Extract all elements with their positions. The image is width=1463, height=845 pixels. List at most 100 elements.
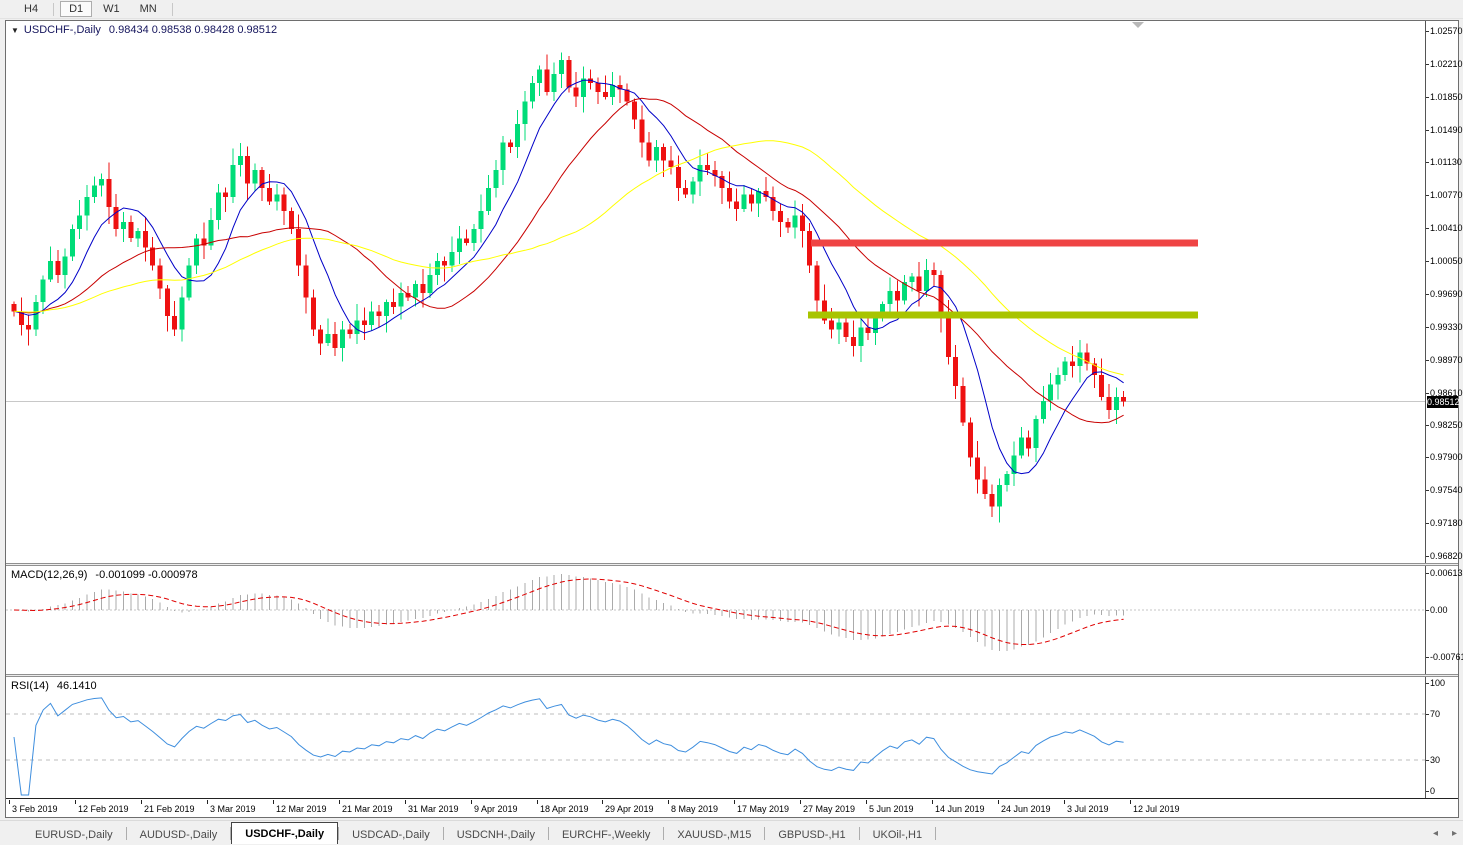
date-axis-tick <box>537 800 538 804</box>
date-axis[interactable]: 3 Feb 2019 12 Feb 2019 21 Feb 2019 3 Mar… <box>6 798 1458 817</box>
price-axis-label: 1.02210 <box>1430 59 1463 69</box>
tab-ukoil-h1[interactable]: UKOil-,H1 <box>860 825 936 844</box>
rsi-value: 46.1410 <box>57 680 97 692</box>
date-axis-tick <box>602 800 603 804</box>
price-axis-label: 0.96820 <box>1430 551 1463 561</box>
rsi-axis-label: 30 <box>1430 755 1440 765</box>
price-axis-tick <box>1426 228 1429 229</box>
date-axis-label: 17 May 2019 <box>737 804 789 814</box>
date-axis-label: 21 Mar 2019 <box>342 804 393 814</box>
resistance-line <box>811 239 1198 246</box>
date-axis-label: 31 Mar 2019 <box>408 804 459 814</box>
chart-ohlc-values: 0.98434 0.98538 0.98428 0.98512 <box>109 24 277 36</box>
rsi-panel[interactable]: RSI(14) 46.1410 <box>6 677 1425 798</box>
price-axis-tick <box>1426 31 1429 32</box>
price-axis-label: 1.02570 <box>1430 26 1463 36</box>
date-axis-tick <box>405 800 406 804</box>
rsi-axis-label: 0 <box>1430 786 1435 796</box>
price-axis-tick <box>1426 162 1429 163</box>
macd-axis-tick <box>1426 610 1429 611</box>
rsi-canvas[interactable] <box>6 677 1425 798</box>
tab-audusd-daily[interactable]: AUDUSD-,Daily <box>127 825 231 844</box>
price-axis-tick <box>1426 360 1429 361</box>
date-axis-tick <box>9 800 10 804</box>
macd-axis-label: 0.00 <box>1430 605 1448 615</box>
chart-symbol-label: USDCHF-,Daily <box>24 24 101 36</box>
timeframe-button-d1[interactable]: D1 <box>60 1 92 17</box>
price-chart-panel[interactable]: ▼ USDCHF-,Daily 0.98434 0.98538 0.98428 0.… <box>6 21 1425 563</box>
price-axis-label: 0.98970 <box>1430 355 1463 365</box>
date-axis-tick <box>1130 800 1131 804</box>
price-axis-tick <box>1426 490 1429 491</box>
price-axis-label: 0.97180 <box>1430 518 1463 528</box>
date-axis-label: 5 Jun 2019 <box>869 804 914 814</box>
date-axis-tick <box>800 800 801 804</box>
price-axis-label: 1.00050 <box>1430 256 1463 266</box>
tab-usdchf-daily[interactable]: USDCHF-,Daily <box>231 822 338 844</box>
tab-usdcad-daily[interactable]: USDCAD-,Daily <box>339 825 443 844</box>
price-axis-label: 1.01490 <box>1430 125 1463 135</box>
macd-axis-label: 0.00613 <box>1430 568 1463 578</box>
tab-separator <box>935 827 936 840</box>
price-axis[interactable]: 1.02570 1.02210 1.01850 1.01490 1.01130 … <box>1425 21 1458 563</box>
chart-shift-icon[interactable] <box>1132 22 1144 28</box>
price-axis-tick <box>1426 393 1429 394</box>
price-axis-tick <box>1426 195 1429 196</box>
macd-title: MACD(12,26,9) -0.001099 -0.000978 <box>11 569 198 581</box>
date-axis-label: 3 Mar 2019 <box>210 804 256 814</box>
date-axis-tick <box>1064 800 1065 804</box>
tab-gbpusd-h1[interactable]: GBPUSD-,H1 <box>765 825 858 844</box>
date-axis-tick <box>734 800 735 804</box>
candlestick-chart-canvas[interactable] <box>6 21 1425 563</box>
date-axis-label: 24 Jun 2019 <box>1001 804 1051 814</box>
price-axis-tick <box>1426 523 1429 524</box>
timeframe-button-h4[interactable]: H4 <box>15 1 47 17</box>
price-axis-label: 1.00410 <box>1430 223 1463 233</box>
date-axis-label: 12 Mar 2019 <box>276 804 327 814</box>
price-axis-label: 1.01850 <box>1430 92 1463 102</box>
date-axis-tick <box>932 800 933 804</box>
collapse-icon[interactable]: ▼ <box>11 26 19 35</box>
rsi-axis-label: 70 <box>1430 709 1440 719</box>
date-axis-label: 29 Apr 2019 <box>605 804 654 814</box>
macd-values: -0.001099 -0.000978 <box>95 569 197 581</box>
date-axis-label: 27 May 2019 <box>803 804 855 814</box>
price-axis-tick <box>1426 327 1429 328</box>
tab-eurchf-weekly[interactable]: EURCHF-,Weekly <box>549 825 663 844</box>
price-axis-label: 0.97540 <box>1430 485 1463 495</box>
rsi-axis[interactable]: 100 70 30 0 <box>1425 677 1458 798</box>
price-axis-tick <box>1426 457 1429 458</box>
date-axis-tick <box>141 800 142 804</box>
date-axis-tick <box>668 800 669 804</box>
date-axis-label: 21 Feb 2019 <box>144 804 195 814</box>
chart-tab-bar: EURUSD-,DailyAUDUSD-,DailyUSDCHF-,DailyU… <box>0 820 1463 844</box>
tabs-scroll-right-icon[interactable]: ▸ <box>1452 828 1457 839</box>
rsi-axis-tick <box>1426 791 1429 792</box>
rsi-axis-tick <box>1426 683 1429 684</box>
macd-canvas[interactable] <box>6 566 1425 674</box>
timeframe-toolbar: H4 D1W1MN <box>0 0 1463 19</box>
rsi-label: RSI(14) <box>11 680 49 692</box>
price-axis-tick <box>1426 556 1429 557</box>
price-axis-tick <box>1426 261 1429 262</box>
date-axis-label: 9 Apr 2019 <box>474 804 518 814</box>
macd-label: MACD(12,26,9) <box>11 569 87 581</box>
price-axis-label: 0.99690 <box>1430 289 1463 299</box>
date-axis-label: 12 Jul 2019 <box>1133 804 1180 814</box>
price-axis-tick <box>1426 130 1429 131</box>
tab-eurusd-daily[interactable]: EURUSD-,Daily <box>22 825 126 844</box>
timeframe-button-w1[interactable]: W1 <box>94 1 129 17</box>
date-axis-tick <box>866 800 867 804</box>
rsi-axis-tick <box>1426 760 1429 761</box>
tabs-scroll-left-icon[interactable]: ◂ <box>1433 828 1438 839</box>
tab-xauusd-m15[interactable]: XAUUSD-,M15 <box>664 825 764 844</box>
date-axis-label: 18 Apr 2019 <box>540 804 589 814</box>
price-axis-label: 1.00770 <box>1430 190 1463 200</box>
timeframe-button-mn[interactable]: MN <box>131 1 166 17</box>
date-axis-label: 3 Jul 2019 <box>1067 804 1109 814</box>
date-axis-tick <box>471 800 472 804</box>
macd-panel[interactable]: MACD(12,26,9) -0.001099 -0.000978 <box>6 566 1425 674</box>
support-line <box>808 312 1198 319</box>
macd-axis[interactable]: 0.00613 0.00 -0.007612 <box>1425 566 1458 674</box>
tab-usdcnh-daily[interactable]: USDCNH-,Daily <box>444 825 548 844</box>
